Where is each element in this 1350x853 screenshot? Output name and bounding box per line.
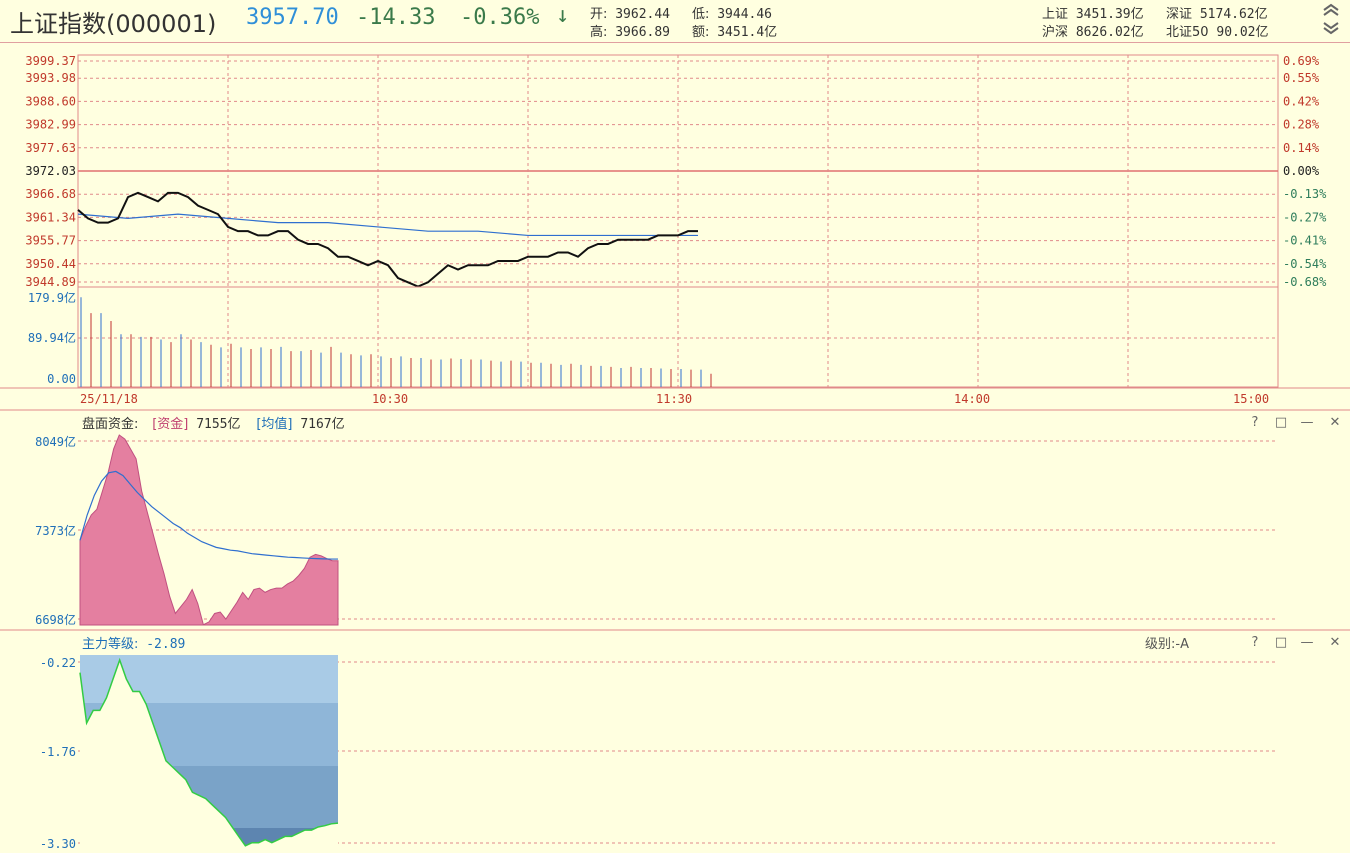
level-title-value: -2.89 xyxy=(146,637,186,652)
pct-tick-label: -0.41% xyxy=(1283,234,1327,248)
level-panel-title: 主力等级: -2.89 xyxy=(82,633,185,652)
help-icon[interactable]: ? xyxy=(1248,636,1262,650)
level-tick-label: -0.22 xyxy=(40,656,76,670)
time-axis-label: 11:30 xyxy=(656,392,692,406)
pct-tick-label: -0.54% xyxy=(1283,257,1327,271)
fund-title: 盘面资金: xyxy=(82,417,139,432)
maximize-icon[interactable]: □ xyxy=(1274,636,1288,650)
fund-tick-label: 6698亿 xyxy=(35,612,76,627)
minimize-icon[interactable]: — xyxy=(1300,636,1314,650)
time-axis-label: 25/11/18 xyxy=(80,392,138,406)
close-icon[interactable]: ✕ xyxy=(1328,416,1342,430)
price-tick-label: 3972.03 xyxy=(25,164,76,178)
time-axis-label: 10:30 xyxy=(372,392,408,406)
level-grade: 级别:-A xyxy=(1145,633,1189,652)
level-grade-label: 级别:-A xyxy=(1145,637,1189,652)
pct-tick-label: 0.00% xyxy=(1283,164,1320,178)
time-axis-label: 15:00 xyxy=(1233,392,1269,406)
pct-tick-label: 0.55% xyxy=(1283,71,1320,85)
fund-tick-label: 7373亿 xyxy=(35,523,76,538)
volume-tick-label: 89.94亿 xyxy=(28,330,76,345)
level-title: 主力等级: xyxy=(82,637,139,652)
minimize-icon[interactable]: — xyxy=(1300,416,1314,430)
price-tick-label: 3988.60 xyxy=(25,94,76,108)
volume-tick-label: 0.00 xyxy=(47,372,76,386)
price-tick-label: 3999.37 xyxy=(25,54,76,68)
price-tick-label: 3993.98 xyxy=(25,71,76,85)
volume-tick-label: 179.9亿 xyxy=(28,290,76,305)
price-tick-label: 3961.34 xyxy=(25,210,76,224)
price-tick-label: 3982.99 xyxy=(25,118,76,132)
fund-tick-label: 8049亿 xyxy=(35,434,76,449)
price-tick-label: 3955.77 xyxy=(25,234,76,248)
pct-tick-label: -0.27% xyxy=(1283,210,1327,224)
level-tick-label: -1.76 xyxy=(40,745,76,759)
fund-legend-value: 7155亿 xyxy=(196,417,241,432)
fund-panel-title: 盘面资金: [资金] 7155亿 [均值] 7167亿 xyxy=(82,413,345,432)
level-tick-label: -3.30 xyxy=(40,837,76,851)
pct-tick-label: 0.28% xyxy=(1283,118,1320,132)
price-tick-label: 3977.63 xyxy=(25,141,76,155)
price-line xyxy=(77,191,698,288)
help-icon[interactable]: ? xyxy=(1248,416,1262,430)
avg-legend-value: 7167亿 xyxy=(300,417,345,432)
pct-tick-label: 0.69% xyxy=(1283,54,1320,68)
close-icon[interactable]: ✕ xyxy=(1328,636,1342,650)
fund-legend-name: [资金] xyxy=(152,417,189,432)
maximize-icon[interactable]: □ xyxy=(1274,416,1288,430)
price-tick-label: 3950.44 xyxy=(25,257,76,271)
pct-tick-label: 0.42% xyxy=(1283,94,1320,108)
avg-legend-name: [均值] xyxy=(256,417,293,432)
price-tick-label: 3944.89 xyxy=(25,275,76,289)
fund-area xyxy=(79,434,339,626)
pct-tick-label: -0.68% xyxy=(1283,275,1327,289)
price-tick-label: 3966.68 xyxy=(25,187,76,201)
time-axis-label: 14:00 xyxy=(954,392,990,406)
pct-tick-label: 0.14% xyxy=(1283,141,1320,155)
pct-tick-label: -0.13% xyxy=(1283,187,1327,201)
